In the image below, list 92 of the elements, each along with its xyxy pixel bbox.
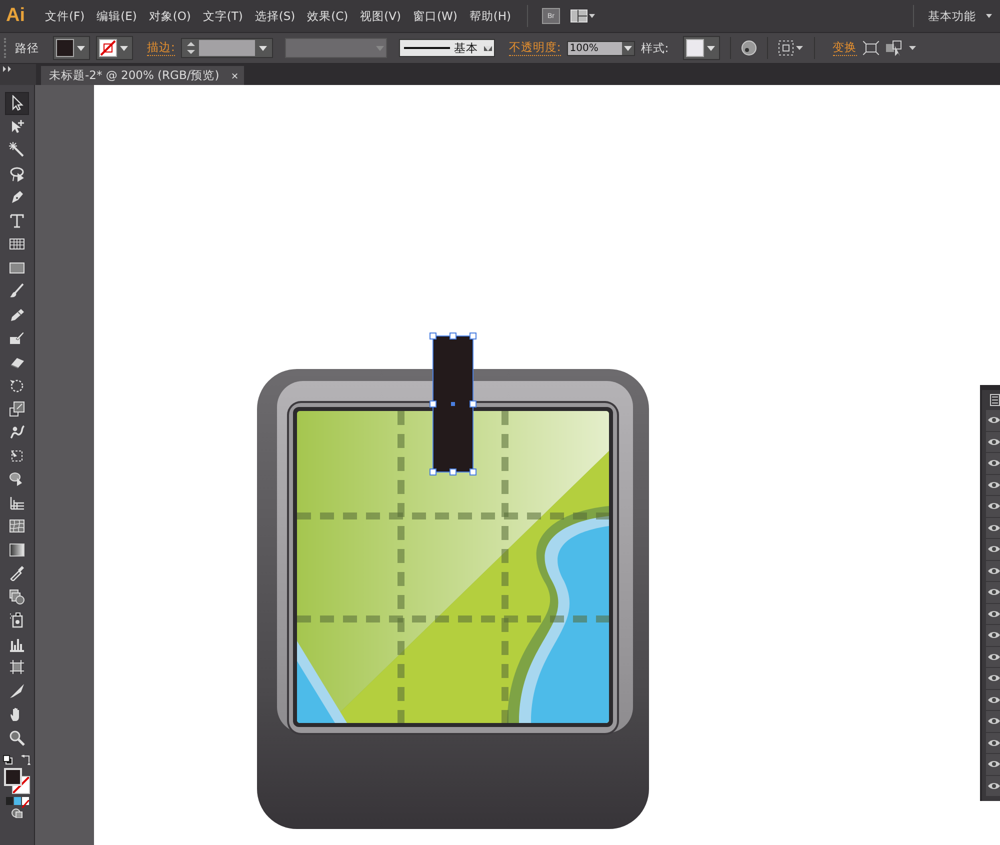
magic-wand-icon — [9, 142, 25, 158]
document-tab[interactable]: 未标题-2* @ 200% (RGB/预览) × — [41, 66, 244, 85]
slice-knife-icon — [9, 682, 25, 699]
panel-menu-icon[interactable] — [990, 394, 1000, 406]
app-logo: Ai — [6, 5, 25, 27]
color-mode-button[interactable] — [6, 797, 12, 805]
eye-icon — [988, 674, 1000, 682]
recolor-artwork-icon[interactable] — [740, 40, 757, 56]
lasso-icon — [9, 166, 25, 182]
arrow-pointer-icon — [9, 118, 25, 135]
eye-icon — [988, 438, 1000, 446]
pencil-icon — [9, 306, 25, 323]
align-icon[interactable] — [778, 40, 804, 56]
opacity-link[interactable]: 不透明度: — [508, 40, 561, 56]
free-transform-icon — [9, 448, 25, 464]
rotate-icon — [9, 377, 25, 394]
selected-rectangle[interactable] — [430, 332, 476, 476]
fill-color-dropdown[interactable] — [53, 36, 90, 60]
text-tool-icon — [9, 212, 25, 229]
eye-icon — [988, 566, 1000, 575]
menu-item[interactable]: 窗口(W) — [407, 4, 464, 28]
eye-icon — [988, 717, 1000, 726]
caret-icon — [77, 46, 85, 50]
gradient-swatch-icon — [9, 542, 25, 558]
stroke-weight-field[interactable] — [180, 38, 273, 58]
eye-icon — [988, 738, 1000, 747]
menu-item[interactable]: 文件(F) — [39, 4, 91, 28]
warp-icon — [9, 424, 25, 440]
menu-item[interactable]: 帮助(H) — [463, 4, 517, 28]
caret-icon — [484, 46, 492, 50]
style-label: 样式: — [640, 40, 669, 56]
eye-icon — [988, 631, 1000, 640]
caret-icon — [258, 46, 267, 50]
scale-icon — [9, 400, 25, 417]
menu-item[interactable]: 对象(O) — [142, 4, 197, 28]
blend-shapes-icon — [9, 588, 25, 605]
eye-icon — [988, 610, 1000, 618]
collapse-panel-icon[interactable] — [3, 66, 12, 72]
eye-icon — [988, 588, 1000, 596]
caret-icon — [986, 14, 992, 18]
eye-icon — [988, 416, 1000, 424]
symbol-sprayer-icon — [9, 612, 25, 628]
default-colors-icon[interactable] — [3, 755, 13, 765]
none-mode-button[interactable] — [22, 797, 28, 805]
eye-icon — [988, 502, 1000, 510]
select-similar-icon[interactable] — [884, 40, 917, 56]
workspace-switcher[interactable]: 基本功能 — [924, 8, 980, 24]
mesh-icon — [9, 518, 25, 534]
eye-icon — [988, 459, 1000, 468]
table-grid-icon — [9, 236, 25, 252]
transform-link[interactable]: 变换 — [832, 40, 857, 56]
menu-item[interactable]: 选择(S) — [248, 4, 302, 28]
eye-icon — [988, 480, 1000, 489]
eye-icon — [988, 696, 1000, 704]
paintbrush-icon — [9, 283, 25, 300]
eye-icon — [988, 652, 1000, 661]
graphic-style-dropdown[interactable] — [682, 36, 720, 60]
perspective-grid-icon — [9, 494, 25, 511]
caret-icon — [624, 46, 632, 50]
stroke-link[interactable]: 描边: — [147, 40, 175, 56]
opacity-field[interactable]: 100% — [566, 40, 635, 56]
menu-item[interactable]: 视图(V) — [354, 4, 408, 28]
caret-icon — [376, 46, 384, 50]
shape-builder-icon — [9, 471, 25, 488]
caret-icon — [706, 46, 715, 50]
eye-icon — [988, 524, 1000, 532]
artboard-icon — [9, 659, 25, 676]
menu-item[interactable]: 编辑(E) — [90, 4, 143, 28]
rectangle-icon — [9, 260, 25, 276]
eyedropper-icon — [9, 565, 25, 582]
stroke-color-dropdown[interactable] — [96, 36, 133, 60]
caret-icon — [120, 46, 128, 50]
blob-brush-icon — [9, 330, 25, 346]
tool-button[interactable] — [5, 92, 29, 114]
fill-stroke-swatches[interactable] — [4, 768, 30, 794]
drawing-mode-icon[interactable] — [11, 808, 23, 818]
arrange-documents-button[interactable] — [570, 9, 596, 23]
eye-icon — [988, 782, 1000, 790]
menu-item[interactable]: 文字(T) — [196, 4, 249, 28]
menu-item[interactable]: 效果(C) — [301, 4, 354, 28]
close-tab-button[interactable]: × — [231, 68, 238, 82]
object-type-label: 路径 — [15, 40, 39, 56]
gradient-mode-button[interactable] — [14, 797, 20, 805]
isolate-object-icon[interactable] — [862, 41, 879, 55]
swap-arrows-icon[interactable] — [21, 755, 31, 765]
eye-icon — [988, 545, 1000, 554]
stroke-profile-dropdown[interactable]: 基本 — [398, 39, 495, 57]
spinner-arrows-icon[interactable] — [184, 40, 197, 56]
pen-nib-icon — [9, 189, 25, 206]
zoom-icon — [9, 730, 25, 746]
none-slash-icon — [100, 40, 116, 56]
eye-icon — [988, 760, 1000, 768]
